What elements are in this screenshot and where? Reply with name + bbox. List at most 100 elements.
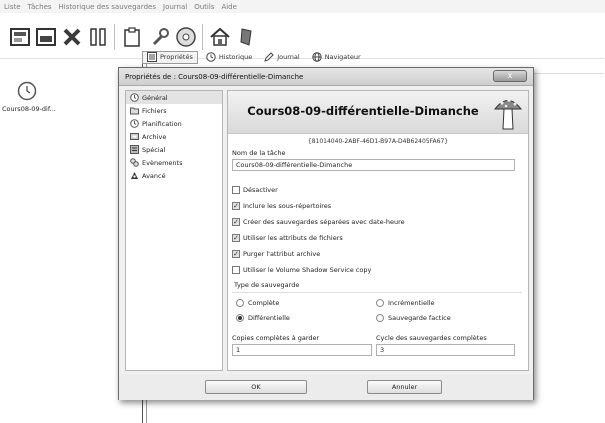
delete-icon[interactable] xyxy=(60,25,84,49)
tab-journal[interactable]: Journal xyxy=(260,51,303,64)
clock-icon xyxy=(17,81,37,101)
radio-button[interactable] xyxy=(236,299,244,307)
copies-label: Copies complètes à garder xyxy=(232,334,320,342)
task-item[interactable]: Cours08-09-dif... xyxy=(2,81,56,113)
banner-title: Cours08-09-différentielle-Dimanche xyxy=(247,104,479,118)
ok-button[interactable]: OK xyxy=(205,380,307,394)
dialog-title: Propriétés de : Cours08-09-différentiell… xyxy=(119,68,533,86)
radio-incremental[interactable]: Incrémentielle xyxy=(376,298,435,308)
clipboard-icon[interactable] xyxy=(120,25,144,49)
checkbox-label: Inclure les sous-répertoires xyxy=(243,202,332,210)
drive-icon[interactable] xyxy=(34,25,58,49)
radio-dummy[interactable]: Sauvegarde factice xyxy=(376,313,451,323)
dialog-button-bar: OK Annuler xyxy=(119,374,533,400)
radio-differential[interactable]: Différentielle xyxy=(236,313,290,323)
task-name-label: Nom de la tâche xyxy=(232,149,286,157)
properties-dialog: Propriétés de : Cours08-09-différentiell… xyxy=(118,67,534,400)
checkbox-shadow-copy[interactable]: Utiliser le Volume Shadow Service copy xyxy=(232,265,371,275)
nav-item-special[interactable]: Spécial xyxy=(126,143,222,156)
checkbox-label: Désactiver xyxy=(243,186,278,194)
cycle-label: Cycle des sauvegardes complètes xyxy=(376,334,487,342)
page-icon[interactable] xyxy=(8,25,32,49)
nav-item-general[interactable]: Général xyxy=(126,91,222,104)
checkbox-box[interactable]: ✓ xyxy=(232,202,240,210)
checkbox-label: Utiliser les attributs de fichiers xyxy=(243,234,343,242)
gem-icon[interactable] xyxy=(234,25,258,49)
task-guid: {81014040-2ABF-46D1-B97A-D4B62405FA67} xyxy=(307,138,449,145)
special-icon xyxy=(130,145,139,154)
nav-item-label: Fichiers xyxy=(142,106,167,115)
task-banner: Cours08-09-différentielle-Dimanche xyxy=(228,91,528,134)
nav-item-label: Avancé xyxy=(142,171,166,180)
menu-outils[interactable]: Outils xyxy=(194,3,214,11)
checkbox-include-subdirs[interactable]: ✓ Inclure les sous-répertoires xyxy=(232,201,331,211)
tab-navigator[interactable]: Navigateur xyxy=(308,51,365,64)
archive-icon xyxy=(130,133,139,140)
menu-bar: Liste Tâches Historique des sauvegardes … xyxy=(0,0,605,13)
menu-journal[interactable]: Journal xyxy=(163,3,187,11)
toolbar-separator xyxy=(114,24,115,50)
checkbox-box[interactable]: ✓ xyxy=(232,218,240,226)
tab-properties[interactable]: Propriétés xyxy=(142,50,198,64)
nav-item-files[interactable]: Fichiers xyxy=(126,104,222,117)
nav-item-schedule[interactable]: Planification xyxy=(126,117,222,130)
radio-label: Sauvegarde factice xyxy=(388,314,451,322)
nav-item-events[interactable]: Evènements xyxy=(126,156,222,169)
close-button[interactable]: x xyxy=(493,70,527,82)
toolbar xyxy=(0,14,330,54)
checkbox-label: Créer des sauvegardes séparées avec date… xyxy=(243,218,405,226)
radio-full[interactable]: Complète xyxy=(236,298,279,308)
radio-label: Incrémentielle xyxy=(388,299,435,307)
nav-item-label: Evènements xyxy=(142,158,183,167)
general-icon xyxy=(130,93,139,102)
menu-taches[interactable]: Tâches xyxy=(28,3,52,11)
radio-button[interactable] xyxy=(236,314,244,322)
pause-icon[interactable] xyxy=(86,25,110,49)
group-divider xyxy=(232,292,522,293)
radio-label: Différentielle xyxy=(248,314,290,322)
gears-icon xyxy=(130,158,139,167)
radio-button[interactable] xyxy=(376,299,384,307)
nav-item-archive[interactable]: Archive xyxy=(126,130,222,143)
cancel-button[interactable]: Annuler xyxy=(367,380,442,394)
disc-icon[interactable] xyxy=(174,25,198,49)
nav-item-label: Général xyxy=(142,93,168,102)
folder-icon xyxy=(130,107,139,115)
menu-liste[interactable]: Liste xyxy=(4,3,21,11)
checkbox-purge-archive[interactable]: ✓ Purger l'attribut archive xyxy=(232,249,320,259)
properties-icon xyxy=(147,52,157,62)
task-name-field[interactable]: Cours08-09-différentielle-Dimanche xyxy=(232,159,515,171)
tab-navigator-label: Navigateur xyxy=(324,53,361,61)
task-name: Cours08-09-dif... xyxy=(2,105,56,113)
menu-aide[interactable]: Aide xyxy=(221,3,236,11)
copies-field[interactable]: 1 xyxy=(232,344,372,356)
checkbox-separate-backups[interactable]: ✓ Créer des sauvegardes séparées avec da… xyxy=(232,217,405,227)
cycle-field[interactable]: 3 xyxy=(376,344,515,356)
home-icon[interactable] xyxy=(208,25,232,49)
checkbox-file-attributes[interactable]: ✓ Utiliser les attributs de fichiers xyxy=(232,233,343,243)
tab-properties-label: Propriétés xyxy=(160,53,193,61)
checkbox-box[interactable]: ✓ xyxy=(232,250,240,258)
general-page: Cours08-09-différentielle-Dimanche {8101… xyxy=(227,90,529,371)
pen-icon xyxy=(264,52,274,62)
toolbar-separator xyxy=(202,24,203,50)
nav-item-label: Archive xyxy=(142,132,167,141)
wrench-icon[interactable] xyxy=(148,25,172,49)
tab-history-label: Historique xyxy=(218,53,253,61)
menu-historique[interactable]: Historique des sauvegardes xyxy=(59,3,156,11)
checkbox-label: Utiliser le Volume Shadow Service copy xyxy=(243,266,372,274)
nav-item-advanced[interactable]: Avancé xyxy=(126,169,222,182)
tab-history[interactable]: Historique xyxy=(202,51,256,64)
radio-label: Complète xyxy=(248,299,280,307)
backup-type-title: Type de sauvegarde xyxy=(234,281,300,289)
dialog-nav: Général Fichiers Planification Archive S… xyxy=(125,90,223,371)
view-tabs: Propriétés Historique Journal Navigateur xyxy=(142,50,369,64)
checkbox-box[interactable]: ✓ xyxy=(232,234,240,242)
checkbox-disable[interactable]: Désactiver xyxy=(232,185,278,195)
checkbox-label: Purger l'attribut archive xyxy=(243,250,321,258)
mushroom-logo-icon xyxy=(494,98,522,130)
checkbox-box[interactable] xyxy=(232,266,240,274)
checkbox-box[interactable] xyxy=(232,186,240,194)
radio-button[interactable] xyxy=(376,314,384,322)
nav-item-label: Planification xyxy=(142,119,182,128)
